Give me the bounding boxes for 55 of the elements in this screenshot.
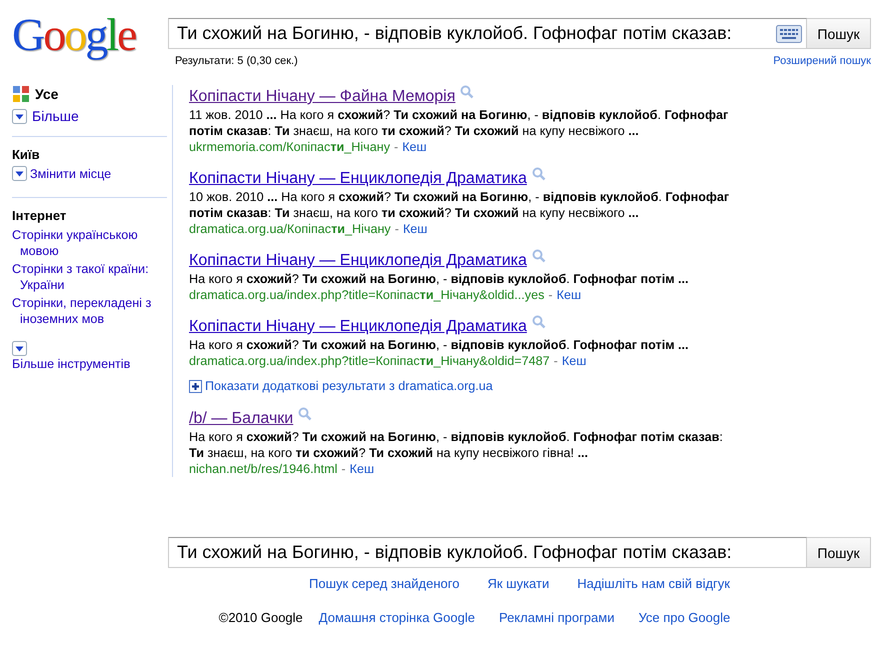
dropdown-icon[interactable] [12,108,27,124]
sidebar-link[interactable]: Сторінки, перекладені з іноземних мов [12,295,156,327]
advanced-search-link[interactable]: Розширений пошук [773,55,871,67]
footer-link[interactable]: Надішліть нам свій відгук [577,576,730,591]
result-title-link[interactable]: /b/ — Балачки [189,410,294,427]
keyboard-icon[interactable] [776,24,802,42]
grid-icon [12,85,30,103]
footer-link[interactable]: Пошук серед знайденого [309,576,460,591]
result-url: dramatica.org.ua/index.php?title=Копіпасти_Нічану&oldid=7487 [189,354,550,368]
result-snippet: 11 жов. 2010 ... На кого я схожий? Ти схожий на Богиню, - відповів куклойоб. Гофнофаг потім сказав: Ти знаєш, на кого ти схожий? Ти схожий на купу несвіжого ... [189,107,730,139]
search-button[interactable]: Пошук [807,18,871,49]
search-button[interactable]: Пошук [807,537,871,568]
separator: - [548,288,553,302]
footer-link[interactable]: Домашня сторінка Google [318,610,475,625]
separator: - [341,462,346,476]
cache-link[interactable]: Кеш [350,462,374,476]
change-location-link[interactable]: Змінити місце [30,166,112,180]
results-count: Результати: 5 (0,30 сек.) [174,55,298,67]
result-snippet: На кого я схожий? Ти схожий на Богиню, - відповів куклойоб. Гофнофаг потім ... [189,271,690,287]
sidebar-link[interactable]: Сторінки з такої країни: України [12,261,156,293]
result-title-link[interactable]: Копіпасти Нічану — Файна Меморія [189,88,456,105]
copyright: ©2010 Google [218,610,303,625]
result-snippet: На кого я схожий? Ти схожий на Богиню, - відповів куклойоб. Гофнофаг потім ... [189,337,690,353]
result-url: nichan.net/b/res/1946.html [189,462,338,476]
separator: - [394,140,398,154]
sidebar-link[interactable]: Сторінки українською мовою [12,227,156,259]
cache-link[interactable]: Кеш [556,288,582,302]
cache-link[interactable]: Кеш [402,140,427,154]
result-title-link[interactable]: Копіпасти Нічану — Енциклопедія Драматика [189,170,527,187]
cache-link[interactable]: Кеш [402,222,428,236]
result-url: dramatica.org.ua/index.php?title=Копіпасти_Нічану&oldid...yes [189,288,544,302]
logo[interactable]: Google [12,10,150,67]
more-results-link[interactable]: Показати додаткові результати з dramatica.org.ua [205,379,493,393]
plus-icon[interactable] [189,380,202,392]
result-snippet: 10 жов. 2010 ... На кого я схожий? Ти схожий на Богиню, - відповів куклойоб. Гофнофаг потім сказав: Ти знаєш, на кого ти схожий? Ти схожий на купу несвіжого ... [189,189,730,221]
result-title-link[interactable]: Копіпасти Нічану — Енциклопедія Драматика [189,252,527,269]
cache-link[interactable]: Кеш [562,354,586,368]
section-heading: Інтернет [12,208,68,223]
result-snippet: На кого я схожий? Ти схожий на Богиню, - відповів куклойоб. Гофнофаг потім сказав: Ти знаєш, на кого ти схожий? Ти схожий на купу несвіжого гівна! ... [189,429,724,461]
footer-link[interactable]: Рекламні програми [498,610,614,625]
footer-link[interactable]: Усе про Google [638,610,730,625]
separator: - [394,222,399,236]
sidebar-item[interactable]: Усе [35,86,58,102]
footer-link[interactable]: Як шукати [487,576,550,591]
dropdown-icon[interactable] [12,341,27,356]
search-field[interactable]: Ти схожий на Богиню, - відповів куклойоб. Гофнофаг потім сказав: [168,537,807,568]
result-url: dramatica.org.ua/Копіпасти_Нічану [189,222,391,236]
result-url: ukrmemoria.com/Копіпасти_Нічану [189,140,390,154]
result-title-link[interactable]: Копіпасти Нічану — Енциклопедія Драматика [189,318,527,335]
separator: - [554,354,558,368]
dropdown-icon[interactable] [12,166,27,181]
more-link[interactable]: Більше [32,108,79,124]
more-tools-link[interactable]: Більше інструментів [12,357,172,371]
location-heading: Київ [12,147,41,162]
search-field[interactable]: Ти схожий на Богиню, - відповів куклойоб. Гофнофаг потім сказав: [168,18,807,49]
